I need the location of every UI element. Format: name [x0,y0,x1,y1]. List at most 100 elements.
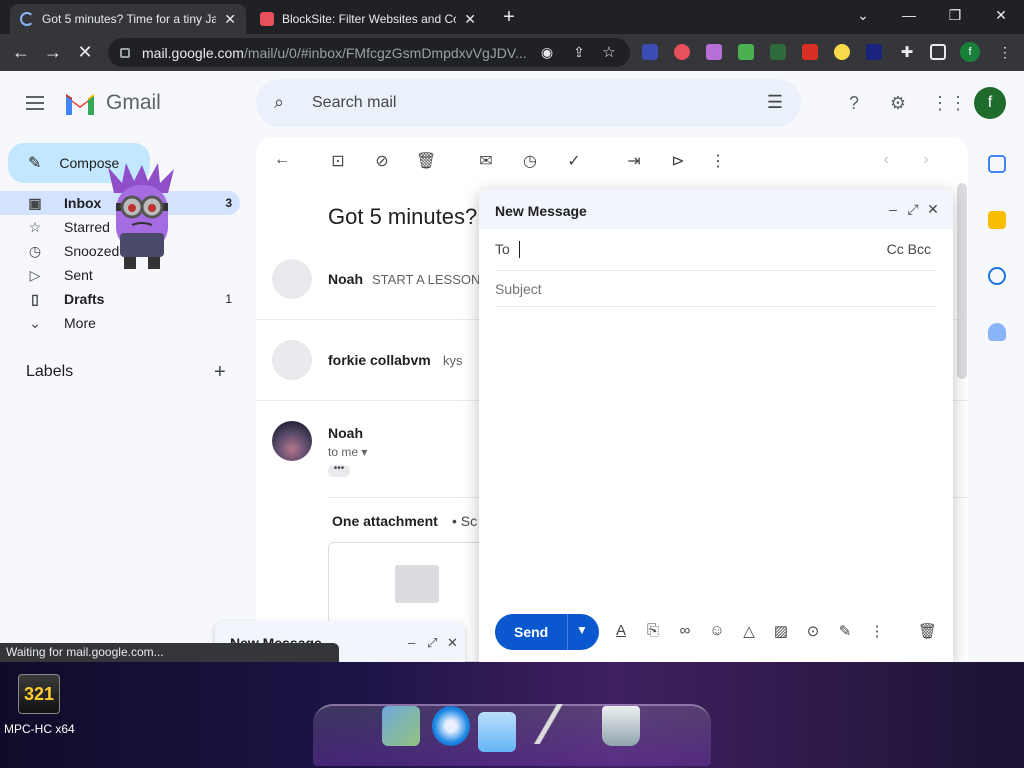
back-button[interactable]: ← [10,42,32,63]
report-spam-icon[interactable]: ⊘ [372,151,392,171]
close-icon[interactable]: ✕ [224,11,236,28]
sender-name: Noah [328,271,363,287]
settings-gear-icon[interactable]: ⚙ [887,92,909,114]
snooze-icon[interactable]: ◷ [520,151,540,171]
newer-chevron-icon[interactable]: ‹ [876,151,896,169]
desktop-shortcut-label[interactable]: MPC-HC x64 [4,722,75,736]
forward-button[interactable]: → [42,42,64,63]
account-avatar[interactable]: f [974,87,1006,119]
extension-icon[interactable] [866,44,882,60]
message-snippet: kys [443,353,463,368]
minimize-icon[interactable]: – [408,635,415,650]
attach-file-icon[interactable]: ⎘ [644,622,662,639]
unread-count: 3 [225,196,232,210]
add-label-button[interactable]: + [214,361,226,384]
search-icon[interactable]: ⌕ [274,92,284,113]
main-menu-icon[interactable] [26,96,44,110]
tab-blocksite[interactable]: BlockSite: Filter Websites and Co ✕ [250,4,486,34]
more-options-icon[interactable]: ⋮ [868,622,886,640]
puzzle-icon[interactable]: ✚ [896,43,918,61]
mpc-hc-icon[interactable]: 321 [18,674,60,714]
fullscreen-icon[interactable]: ⤢ [905,201,921,218]
close-icon[interactable]: ✕ [925,201,941,218]
cc-bcc-toggle[interactable]: Cc Bcc [887,241,931,257]
delete-icon[interactable]: 🗑 [416,151,436,171]
add-task-icon[interactable]: ✓ [564,151,584,171]
fullscreen-icon[interactable]: ⤢ [427,635,437,651]
bookmark-star-icon[interactable]: ☆ [598,43,620,61]
extension-icon[interactable] [802,44,818,60]
minimize-icon[interactable]: – [885,201,901,217]
more-options-icon[interactable]: ⋮ [708,151,728,171]
label-icon[interactable]: ⊳ [668,151,688,171]
close-window-button[interactable]: ✕ [986,4,1016,26]
trash-bin-icon[interactable] [602,706,640,746]
insert-link-icon[interactable]: ∞ [676,622,694,639]
extension-icon[interactable] [834,44,850,60]
stop-button[interactable]: ✕ [74,42,96,63]
signature-icon[interactable]: ✎ [836,622,854,640]
safari-compass-icon[interactable] [432,706,470,746]
gmail-logo-icon [66,94,94,115]
contacts-icon[interactable] [988,323,1006,341]
status-bubble: Waiting for mail.google.com... [0,643,339,662]
extension-icon[interactable] [770,44,786,60]
eye-icon[interactable]: ◉ [536,44,558,61]
send-icon: ▷ [29,266,41,283]
tab-search-icon[interactable]: ⌄ [848,4,878,26]
subject-field[interactable]: Subject [495,281,542,297]
star-icon: ☆ [28,218,42,235]
move-to-icon[interactable]: ⇥ [624,151,644,171]
profile-avatar[interactable]: f [960,42,980,62]
search-bar[interactable]: ⌕ Search mail ☰ [256,79,801,127]
side-panel-icon[interactable] [930,44,946,60]
nav-item-drafts[interactable]: ▯ Drafts 1 [0,287,240,311]
help-icon[interactable]: ? [843,92,865,114]
formatting-options-icon[interactable]: A [612,622,630,639]
mark-unread-icon[interactable]: ✉ [476,151,496,171]
menu-dots-icon[interactable]: ⋮ [994,44,1016,61]
send-options-chevron-icon[interactable]: ▼ [576,623,588,637]
filter-options-icon[interactable]: ☰ [767,92,783,113]
close-icon[interactable]: ✕ [464,11,476,28]
back-arrow-icon[interactable]: ← [272,151,292,169]
to-label: To [495,241,510,257]
tasks-icon[interactable] [988,267,1006,285]
extension-icon[interactable] [738,44,754,60]
contacts-app-icon[interactable] [478,712,516,752]
share-icon[interactable]: ⇪ [568,44,590,61]
archive-icon[interactable]: ⊡ [328,151,348,171]
confidential-mode-icon[interactable]: ⊙ [804,622,822,640]
calendar-icon[interactable] [988,155,1006,173]
apps-grid-icon[interactable]: ⋮⋮ [931,92,967,114]
older-chevron-icon[interactable]: › [916,151,936,169]
pen-tool-icon[interactable] [528,704,576,744]
send-button[interactable]: Send ▼ [495,614,599,650]
emoji-icon[interactable]: ☺ [708,622,726,639]
show-trimmed-content-button[interactable]: ••• [328,464,350,477]
labels-heading: Labels [26,363,74,380]
close-icon[interactable]: ✕ [447,635,458,651]
extension-icon[interactable] [706,44,722,60]
new-tab-button[interactable]: + [498,6,520,29]
sender-name: forkie collabvm [328,352,431,368]
tab-gmail[interactable]: Got 5 minutes? Time for a tiny Jap ✕ [10,4,246,34]
attachment-heading: One attachment [332,513,438,529]
insert-photo-icon[interactable]: ▨ [772,622,790,640]
nav-item-more[interactable]: ⌄ More [0,311,240,335]
nav-label: More [64,315,96,331]
scrollbar-thumb[interactable] [957,183,967,379]
drive-icon[interactable]: △ [740,622,758,640]
to-field[interactable] [519,241,520,258]
discard-draft-icon[interactable]: 🗑 [918,622,937,640]
search-input[interactable]: Search mail [312,94,396,112]
minimize-button[interactable]: — [894,4,924,26]
blocksite-extension-icon[interactable] [674,44,690,60]
recipient-details[interactable]: to me ▾ [328,445,367,459]
photo-app-icon[interactable] [382,706,420,746]
maximize-button[interactable]: ❐ [940,4,970,26]
keep-icon[interactable] [988,211,1006,229]
compose-header[interactable]: New Message – ⤢ ✕ [479,189,953,229]
extension-icon[interactable] [642,44,658,60]
message-body-field[interactable] [495,313,937,603]
